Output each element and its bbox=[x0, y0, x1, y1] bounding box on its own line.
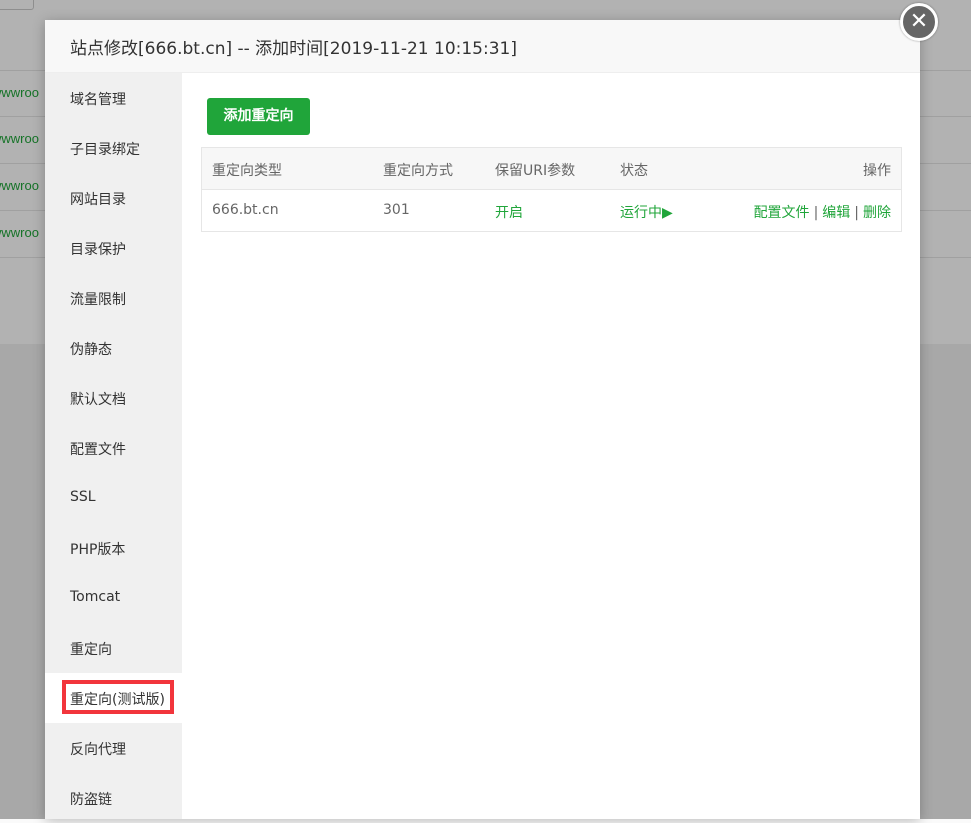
redirect-table: 重定向类型 重定向方式 保留URI参数 状态 操作 666.bt.cn 301 … bbox=[201, 147, 902, 232]
modal-header: 站点修改[666.bt.cn] -- 添加时间[2019-11-21 10:15… bbox=[45, 20, 920, 73]
content-panel: 添加重定向 重定向类型 重定向方式 保留URI参数 状态 操作 666.bt.c… bbox=[182, 73, 920, 819]
sidebar-item-default-doc[interactable]: 默认文档 bbox=[45, 373, 182, 423]
close-icon[interactable]: ✕ bbox=[900, 3, 938, 41]
table-header: 重定向类型 重定向方式 保留URI参数 状态 操作 bbox=[202, 148, 901, 190]
sidebar-item-label: 反向代理 bbox=[70, 742, 126, 758]
sidebar-item-label: PHP版本 bbox=[70, 542, 126, 558]
sidebar-item-label: 流量限制 bbox=[70, 292, 126, 308]
sidebar-item-hotlink-protect[interactable]: 防盗链 bbox=[45, 773, 182, 823]
status-toggle[interactable]: 运行中▶ bbox=[620, 202, 673, 222]
cell-actions: 配置文件 | 编辑 | 删除 bbox=[754, 202, 891, 222]
sidebar-item-label: 目录保护 bbox=[70, 242, 126, 258]
sidebar-item-label: 域名管理 bbox=[70, 92, 126, 108]
cell-redirect-method: 301 bbox=[383, 202, 410, 218]
modal-title: 站点修改[666.bt.cn] -- 添加时间[2019-11-21 10:15… bbox=[70, 39, 517, 59]
header-keep-uri: 保留URI参数 bbox=[495, 163, 576, 179]
header-redirect-type: 重定向类型 bbox=[212, 163, 282, 179]
sidebar-item-rewrite[interactable]: 伪静态 bbox=[45, 323, 182, 373]
sidebar-item-domain[interactable]: 域名管理 bbox=[45, 73, 182, 123]
header-redirect-method: 重定向方式 bbox=[383, 163, 453, 179]
sidebar-item-label: Tomcat bbox=[70, 589, 121, 605]
edit-link[interactable]: 编辑 bbox=[822, 205, 850, 221]
sidebar-item-site-dir[interactable]: 网站目录 bbox=[45, 173, 182, 223]
sidebar-item-label: 默认文档 bbox=[70, 392, 126, 408]
sidebar-item-subdir-bind[interactable]: 子目录绑定 bbox=[45, 123, 182, 173]
cell-keep-uri: 开启 bbox=[495, 205, 523, 221]
sidebar-item-ssl[interactable]: SSL bbox=[45, 473, 182, 523]
config-file-link[interactable]: 配置文件 bbox=[754, 205, 810, 221]
sidebar-item-reverse-proxy[interactable]: 反向代理 bbox=[45, 723, 182, 773]
sidebar-item-php-version[interactable]: PHP版本 bbox=[45, 523, 182, 573]
sidebar-item-label: 重定向(测试版) bbox=[70, 692, 165, 708]
header-status: 状态 bbox=[620, 163, 648, 179]
sidebar-item-label: 伪静态 bbox=[70, 342, 112, 358]
sidebar: 域名管理 子目录绑定 网站目录 目录保护 流量限制 伪静态 默认文档 配置文件 … bbox=[45, 73, 182, 819]
sidebar-item-label: 配置文件 bbox=[70, 442, 126, 458]
delete-link[interactable]: 删除 bbox=[863, 205, 891, 221]
sidebar-item-dir-protect[interactable]: 目录保护 bbox=[45, 223, 182, 273]
sidebar-item-label: 防盗链 bbox=[70, 792, 112, 808]
sidebar-item-label: 子目录绑定 bbox=[70, 142, 140, 158]
table-row: 666.bt.cn 301 开启 运行中▶ 配置文件 | 编辑 | 删除 bbox=[202, 190, 901, 231]
header-actions: 操作 bbox=[863, 163, 891, 179]
sidebar-item-redirect[interactable]: 重定向 bbox=[45, 623, 182, 673]
action-separator: | bbox=[813, 205, 819, 221]
sidebar-item-label: 网站目录 bbox=[70, 192, 126, 208]
add-redirect-button[interactable]: 添加重定向 bbox=[207, 98, 310, 135]
sidebar-item-tomcat[interactable]: Tomcat bbox=[45, 573, 182, 623]
action-separator: | bbox=[854, 205, 859, 221]
sidebar-item-redirect-beta[interactable]: 重定向(测试版) bbox=[45, 673, 182, 723]
cell-redirect-type: 666.bt.cn bbox=[212, 202, 279, 218]
sidebar-item-label: SSL bbox=[70, 489, 96, 505]
sidebar-item-config-file[interactable]: 配置文件 bbox=[45, 423, 182, 473]
site-edit-modal: 站点修改[666.bt.cn] -- 添加时间[2019-11-21 10:15… bbox=[45, 3, 938, 819]
sidebar-item-label: 重定向 bbox=[70, 642, 112, 658]
sidebar-item-traffic-limit[interactable]: 流量限制 bbox=[45, 273, 182, 323]
